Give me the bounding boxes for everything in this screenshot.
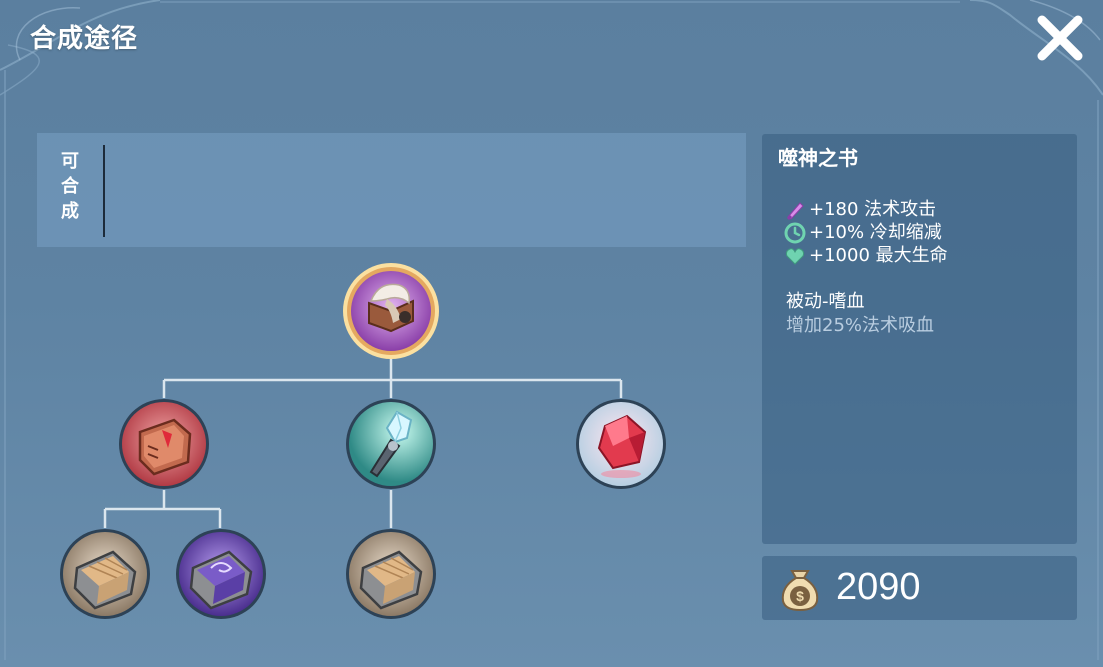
close-button[interactable]: [1034, 12, 1086, 64]
money-bag-icon: $: [781, 570, 819, 612]
item-info-panel: 噬神之书 +180 法术攻击 +10% 冷却缩减 +1000 最大生命 被动-嗜…: [762, 134, 1077, 544]
item-stats: +180 法术攻击 +10% 冷却缩减 +1000 最大生命: [784, 198, 948, 267]
component-node-red-spellbook[interactable]: [118, 398, 210, 490]
price-value: 2090: [836, 566, 921, 608]
max-hp-icon: [785, 247, 805, 265]
close-icon: [1037, 15, 1083, 61]
component-node-red-gem[interactable]: [575, 398, 667, 490]
crystal-wand-icon: [346, 399, 436, 489]
wooden-tome-icon: [346, 529, 436, 619]
cooldown-icon: [784, 222, 806, 243]
root-item-node[interactable]: [341, 261, 441, 361]
passive-description: 增加25%法术吸血: [786, 315, 935, 336]
item-name: 噬神之书: [778, 146, 858, 170]
svg-text:$: $: [796, 588, 804, 604]
stat-row-magic-attack: +180 法术攻击: [784, 198, 948, 221]
wooden-tome-icon: [60, 529, 150, 619]
red-spellbook-icon: [119, 399, 209, 489]
magic-attack-icon: [787, 201, 804, 220]
price-box: $ 2090: [762, 556, 1077, 620]
tome-with-mask-icon: [343, 263, 439, 359]
component-node-crystal-wand[interactable]: [345, 398, 437, 490]
red-gem-icon: [576, 399, 666, 489]
stat-row-cooldown: +10% 冷却缩减: [784, 221, 948, 244]
subcomponent-node-purple-tome[interactable]: [175, 528, 267, 620]
passive-title: 被动-嗜血: [786, 291, 865, 312]
recipe-tree: [0, 0, 760, 667]
stat-row-max-hp: +1000 最大生命: [784, 244, 948, 267]
purple-tome-icon: [176, 529, 266, 619]
subcomponent-node-wooden-tome[interactable]: [59, 528, 151, 620]
subcomponent-node-wooden-tome-2[interactable]: [345, 528, 437, 620]
